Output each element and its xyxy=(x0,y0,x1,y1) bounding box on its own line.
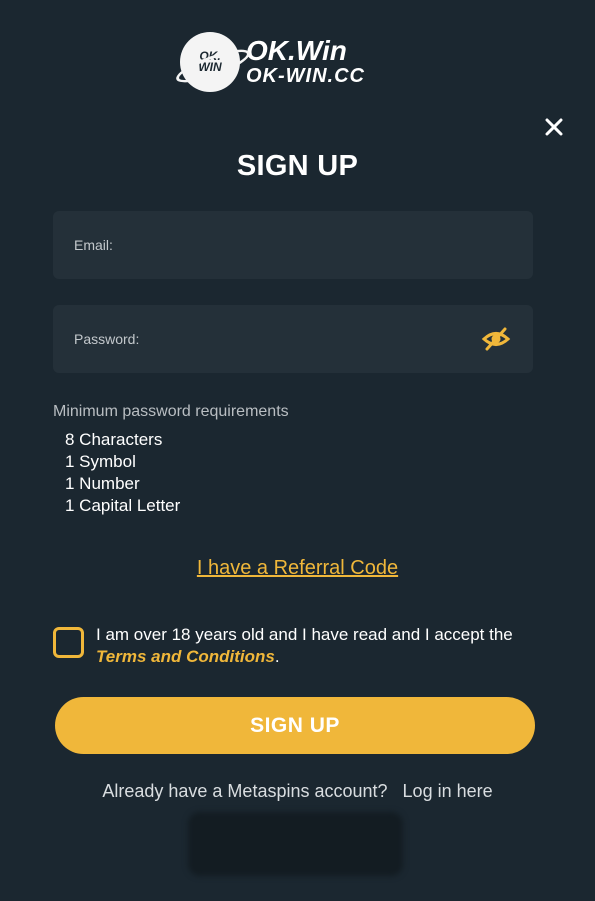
logo: OK. WIN OK.Win OK-WIN.CC xyxy=(180,32,365,92)
logo-text: OK.Win OK-WIN.CC xyxy=(246,35,365,88)
login-row: Already have a Metaspins account? Log in… xyxy=(0,781,595,802)
terms-and-conditions-link[interactable]: Terms and Conditions xyxy=(96,647,275,666)
email-field[interactable] xyxy=(53,211,533,279)
requirement-item: 1 Number xyxy=(65,474,140,493)
terms-text-after: . xyxy=(274,647,280,666)
logo-badge-icon: OK. WIN xyxy=(180,32,240,92)
logo-badge-line2: WIN xyxy=(198,60,222,74)
signup-button[interactable]: SIGN UP xyxy=(55,697,535,754)
requirement-item: 8 Characters xyxy=(65,430,163,449)
terms-text: I am over 18 years old and I have read a… xyxy=(96,624,536,668)
logo-subtitle: OK-WIN.CC xyxy=(246,65,365,87)
signup-modal: OK. WIN OK.Win OK-WIN.CC SIGN UP Minimum… xyxy=(0,0,595,901)
login-link[interactable]: Log in here xyxy=(403,781,493,801)
terms-text-before: I am over 18 years old and I have read a… xyxy=(96,625,513,644)
close-button[interactable] xyxy=(540,113,568,141)
bottom-overlay xyxy=(188,812,403,876)
login-prompt: Already have a Metaspins account? xyxy=(102,781,388,801)
requirement-item: 1 Capital Letter xyxy=(65,496,181,515)
eye-off-icon[interactable] xyxy=(481,325,511,353)
terms-checkbox[interactable] xyxy=(53,627,84,658)
requirement-item: 1 Symbol xyxy=(65,452,136,471)
logo-badge-line1: OK. xyxy=(199,49,221,63)
close-icon xyxy=(545,118,563,136)
password-requirements-title: Minimum password requirements xyxy=(53,403,289,420)
referral-code-link[interactable]: I have a Referral Code xyxy=(197,557,398,579)
page-title: SIGN UP xyxy=(236,150,359,182)
email-input[interactable] xyxy=(74,211,533,279)
password-field[interactable] xyxy=(53,305,533,373)
logo-title: OK.Win xyxy=(246,35,347,66)
password-input[interactable] xyxy=(74,305,533,373)
password-requirements-list: 8 Characters 1 Symbol 1 Number 1 Capital… xyxy=(65,429,180,517)
referral-row: I have a Referral Code xyxy=(0,557,595,580)
